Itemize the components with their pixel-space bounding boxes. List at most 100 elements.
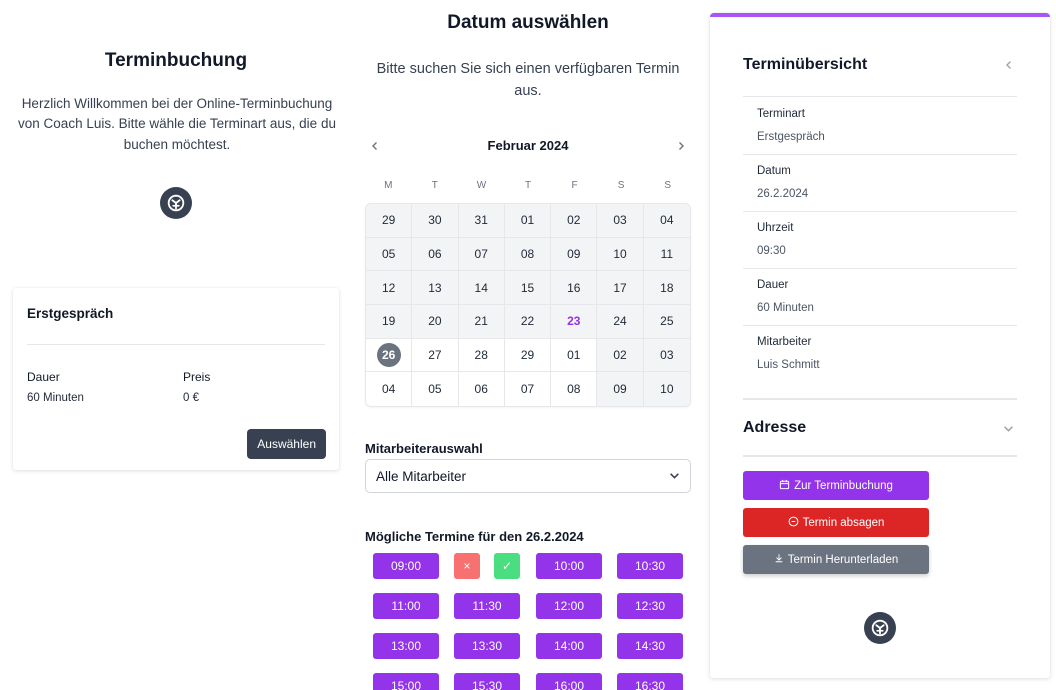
calendar-day[interactable]: 12 [366,271,413,305]
calendar-day[interactable]: 24 [597,305,644,339]
calendar-day[interactable]: 30 [412,204,459,238]
download-appointment-label: Termin Herunterladen [787,553,899,566]
slot-button[interactable]: 12:30 [617,593,683,619]
check-icon[interactable]: ✓ [494,553,520,579]
slot-button[interactable]: 16:00 [536,673,602,690]
calendar-day[interactable]: 25 [643,305,690,339]
calendar-day[interactable]: 03 [597,204,644,238]
slot-button[interactable]: 09:00 [373,553,439,579]
address-title[interactable]: Adresse [743,419,806,437]
slot-button[interactable]: 10:00 [536,553,602,579]
calendar-day[interactable]: 20 [412,305,459,339]
info-label: Datum [757,165,791,177]
date-section-subtitle: Bitte suchen Sie sich einen verfügbaren … [376,61,680,100]
selected-day-marker: 26 [376,342,401,367]
calendar-day[interactable]: 09 [597,372,644,406]
calendar-day[interactable]: 27 [412,338,459,373]
slot-button[interactable]: 13:00 [373,633,439,659]
calendar-day[interactable]: 10 [643,372,690,406]
slot-button[interactable]: 11:30 [454,593,520,619]
info-label: Terminart [757,108,805,120]
calendar-day[interactable]: 28 [458,338,505,373]
to-booking-button[interactable]: Zur Terminbuchung [743,471,929,500]
calendar-day[interactable]: 05 [412,372,459,406]
calendar-day[interactable]: 07 [458,237,505,272]
calendar-day[interactable]: 21 [458,305,505,339]
logo-icon [864,612,896,644]
calendar-day[interactable]: 14 [458,271,505,305]
to-booking-label: Zur Terminbuchung [794,479,893,492]
select-button[interactable]: Auswählen [247,429,326,459]
chevron-left-icon[interactable] [365,136,385,156]
calendar-day[interactable]: 05 [366,237,413,272]
calendar-day[interactable]: 11 [643,237,690,272]
info-label: Mitarbeiter [757,336,812,348]
page-title: Terminbuchung [104,50,248,71]
calendar-day[interactable]: 31 [458,204,505,238]
calendar-header: Februar 2024 [365,136,691,156]
calendar-day[interactable]: 06 [412,237,459,272]
chevron-right-icon[interactable] [671,136,691,156]
calendar-grid: 29 30 31 01 02 03 04 05 06 07 08 09 10 11 12 13 14 15 16 17… [365,203,691,407]
slot-button[interactable]: 10:30 [617,553,683,579]
weekday-label: F [571,180,578,191]
logo-icon [160,187,192,219]
calendar-day[interactable]: 13 [412,271,459,305]
calendar-day[interactable]: 18 [643,271,690,305]
calendar-day[interactable]: 01 [551,338,598,373]
calendar-day[interactable]: 03 [643,338,690,373]
divider [743,398,1017,400]
staff-select[interactable]: Alle Mitarbeiter [365,459,691,493]
calendar-day[interactable]: 19 [366,305,413,339]
calendar-day[interactable]: 04 [643,204,690,238]
divider [743,325,1017,326]
slot-button[interactable]: 16:30 [617,673,683,690]
staff-label: Mitarbeiterauswahl [365,441,483,456]
price-label: Preis [183,370,211,384]
slot-button[interactable]: 14:30 [617,633,683,659]
calendar-day[interactable]: 07 [504,372,552,406]
calendar-day[interactable]: 22 [504,305,552,339]
download-appointment-button[interactable]: Termin Herunterladen [743,545,929,574]
calendar-day[interactable]: 02 [597,338,644,373]
calendar-day[interactable]: 16 [551,271,598,305]
chevron-left-icon[interactable] [1004,57,1014,73]
close-icon[interactable]: × [454,553,480,579]
calendar-day[interactable]: 29 [366,204,413,238]
calendar-day[interactable]: 02 [551,204,598,238]
chevron-down-icon[interactable] [1003,421,1014,439]
calendar-day[interactable]: 17 [597,271,644,305]
cancel-circle-icon [788,516,799,530]
slot-button[interactable]: 12:00 [536,593,602,619]
cancel-appointment-button[interactable]: Termin absagen [743,508,929,537]
divider [743,211,1017,212]
weekday-label: W [476,180,487,191]
calendar-day[interactable]: 29 [504,338,552,373]
duration-value: 60 Minuten [27,392,84,404]
calendar-day[interactable]: 08 [504,237,552,272]
info-value: Erstgespräch [757,131,825,143]
calendar-day[interactable]: 08 [551,372,598,406]
slot-button[interactable]: 15:00 [373,673,439,690]
info-value: 26.2.2024 [757,188,809,200]
calendar-day[interactable]: 06 [458,372,505,406]
calendar-day-today[interactable]: 23 [551,305,598,339]
weekday-label: M [384,180,393,191]
calendar-day[interactable]: 04 [366,372,413,406]
calendar-weekdays: MTWTFSS [365,180,691,191]
slot-button[interactable]: 13:30 [454,633,520,659]
slot-button[interactable]: 11:00 [373,593,439,619]
download-icon [774,553,784,566]
calendar-day[interactable]: 09 [551,237,598,272]
appointment-type-card[interactable]: Erstgespräch Dauer 60 Minuten Preis 0 € … [13,288,339,470]
calendar-day[interactable]: 15 [504,271,552,305]
intro-column: Terminbuchung Herzlich Willkommen bei de… [0,0,352,690]
weekday-label: T [431,180,438,191]
slot-button[interactable]: 15:30 [454,673,520,690]
calendar-day[interactable]: 01 [504,204,552,238]
slots-label: Mögliche Termine für den 26.2.2024 [365,529,584,544]
intro-text: Herzlich Willkommen bei der Online-Termi… [18,96,336,152]
calendar-day[interactable]: 10 [597,237,644,272]
slot-button[interactable]: 14:00 [536,633,602,659]
calendar-day-selected[interactable]: 26 [366,338,413,373]
